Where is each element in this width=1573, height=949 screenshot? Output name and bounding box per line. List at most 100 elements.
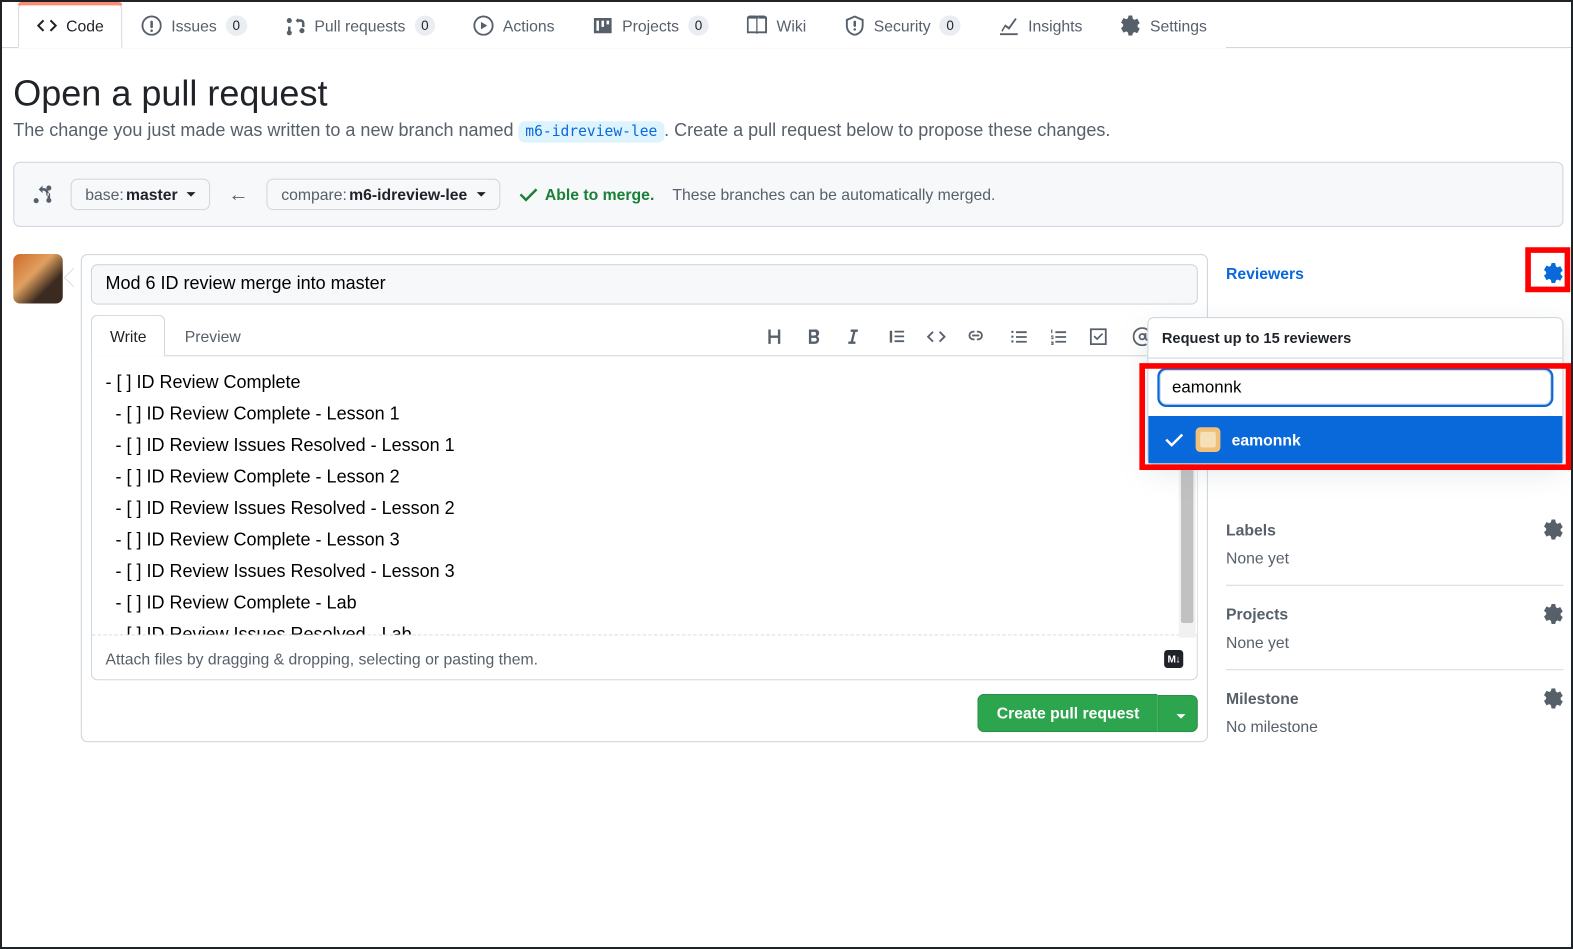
milestone-value: No milestone (1226, 718, 1564, 736)
milestone-label: Milestone (1226, 689, 1299, 707)
tab-preview[interactable]: Preview (166, 315, 260, 357)
markdown-badge[interactable]: M↓ (1164, 650, 1183, 668)
subtitle-post: . Create a pull request below to propose… (664, 121, 1110, 140)
tab-insights[interactable]: Insights (980, 3, 1102, 48)
sidebar: Reviewers Request up to 15 reviewers eam… (1226, 254, 1564, 754)
tab-label: Actions (503, 17, 555, 35)
tab-label: Insights (1028, 17, 1082, 35)
scrollbar-thumb[interactable] (1181, 454, 1193, 623)
tab-security[interactable]: Security 0 (825, 3, 979, 48)
popover-header: Request up to 15 reviewers (1148, 318, 1562, 359)
tab-label: Pull requests (314, 17, 405, 35)
labels-label: Labels (1226, 521, 1276, 539)
compose-box: Write Preview (81, 254, 1208, 742)
tab-pull-requests[interactable]: Pull requests 0 (266, 3, 455, 48)
pr-title-input[interactable] (91, 264, 1198, 305)
heading-button[interactable] (765, 327, 784, 346)
formatting-toolbar (758, 318, 1198, 355)
projects-count: 0 (688, 16, 709, 36)
tab-actions[interactable]: Actions (455, 3, 574, 48)
compare-bar: base: master ← compare: m6-idreview-lee … (13, 162, 1563, 227)
quote-button[interactable] (887, 327, 906, 346)
merge-ok-text: Able to merge. (545, 185, 654, 203)
value: master (126, 185, 178, 203)
issue-icon (142, 16, 162, 36)
pr-count: 0 (414, 16, 435, 36)
labels-gear-icon[interactable] (1543, 520, 1563, 540)
reviewers-label: Reviewers (1226, 264, 1304, 282)
caret-icon (476, 192, 485, 197)
reviewers-gear-icon[interactable] (1543, 263, 1563, 283)
gear-icon (1121, 16, 1141, 36)
tab-label: Settings (1150, 17, 1207, 35)
tab-label: Security (874, 17, 931, 35)
projects-value: None yet (1226, 633, 1564, 651)
tab-write[interactable]: Write (91, 315, 166, 357)
arrow-left-icon: ← (228, 183, 248, 207)
label: compare: (281, 185, 347, 203)
bold-button[interactable] (804, 327, 823, 346)
subtitle-pre: The change you just made was written to … (13, 121, 518, 140)
ul-button[interactable] (1010, 327, 1029, 346)
create-pr-button-group: Create pull request (978, 694, 1198, 732)
tasklist-button[interactable] (1089, 327, 1108, 346)
milestone-header[interactable]: Milestone (1226, 688, 1564, 717)
body-box: Attach files by dragging & dropping, sel… (91, 356, 1198, 680)
pr-body-textarea[interactable] (92, 356, 1197, 635)
play-icon (474, 16, 494, 36)
labels-value: None yet (1226, 549, 1564, 567)
security-count: 0 (940, 16, 961, 36)
tab-label: Code (66, 17, 104, 35)
tab-wiki[interactable]: Wiki (728, 3, 825, 48)
pr-icon (285, 16, 305, 36)
reviewer-search-input[interactable] (1160, 370, 1552, 405)
attach-hint[interactable]: Attach files by dragging & dropping, sel… (92, 639, 1197, 680)
tab-label: Issues (171, 17, 217, 35)
reviewer-result[interactable]: eamonnk (1148, 416, 1562, 463)
reviewer-name: eamonnk (1232, 431, 1301, 449)
check-icon (1164, 430, 1184, 450)
projects-header[interactable]: Projects (1226, 604, 1564, 633)
repo-tabs: Code Issues 0 Pull requests 0 Actions Proj… (2, 2, 1573, 48)
tab-issues[interactable]: Issues 0 (123, 3, 266, 48)
code-icon (37, 16, 57, 36)
speech-pointer (64, 268, 74, 288)
merge-status: Able to merge. (518, 184, 654, 204)
link-button[interactable] (966, 327, 985, 346)
reviewers-header[interactable]: Reviewers (1226, 263, 1564, 292)
tab-code[interactable]: Code (18, 3, 123, 48)
milestone-gear-icon[interactable] (1543, 688, 1563, 708)
reviewers-popover: Request up to 15 reviewers eamonnk (1147, 317, 1563, 464)
compare-branch-select[interactable]: compare: m6-idreview-lee (267, 179, 500, 211)
italic-button[interactable] (844, 327, 863, 346)
graph-icon (999, 16, 1019, 36)
branch-chip: m6-idreview-lee (519, 121, 665, 142)
author-avatar[interactable] (13, 254, 63, 304)
project-icon (593, 16, 613, 36)
shield-icon (844, 16, 864, 36)
issue-count: 0 (226, 16, 247, 36)
page-subtitle: The change you just made was written to … (13, 121, 1563, 141)
tab-settings[interactable]: Settings (1102, 3, 1226, 48)
attach-text: Attach files by dragging & dropping, sel… (106, 650, 539, 668)
projects-gear-icon[interactable] (1543, 604, 1563, 624)
tab-projects[interactable]: Projects 0 (574, 3, 728, 48)
projects-label: Projects (1226, 605, 1288, 623)
ol-button[interactable] (1049, 327, 1068, 346)
caret-icon (187, 192, 196, 197)
book-icon (747, 16, 767, 36)
create-pr-button[interactable]: Create pull request (978, 694, 1158, 732)
page-title: Open a pull request (13, 73, 1563, 115)
merge-message: These branches can be automatically merg… (672, 185, 995, 203)
base-branch-select[interactable]: base: master (71, 179, 211, 211)
page-header: Open a pull request The change you just … (2, 48, 1573, 141)
create-pr-dropdown[interactable] (1157, 694, 1198, 731)
value: m6-idreview-lee (349, 185, 467, 203)
label: base: (85, 185, 124, 203)
write-preview-tabs: Write Preview (91, 314, 260, 356)
caret-icon (1177, 714, 1186, 719)
code-button[interactable] (927, 327, 946, 346)
compare-icon (32, 184, 52, 204)
labels-header[interactable]: Labels (1226, 520, 1564, 549)
tab-label: Projects (622, 17, 679, 35)
